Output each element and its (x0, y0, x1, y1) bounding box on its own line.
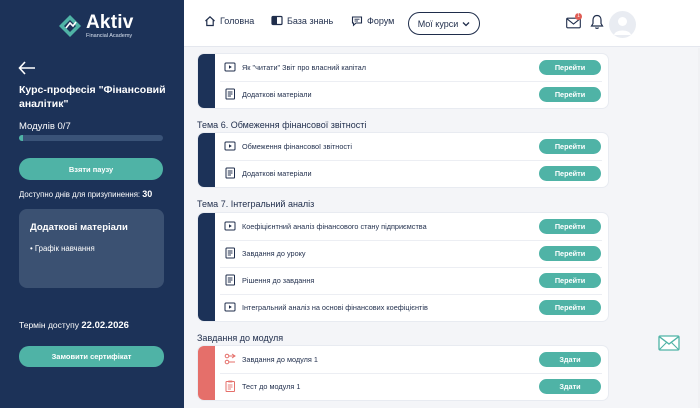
envelope-icon (658, 335, 680, 351)
document-icon (225, 274, 235, 286)
section-title-topic-7: Тема 7. Інтегральний аналіз (197, 199, 315, 209)
go-button[interactable]: Перейти (539, 166, 601, 181)
chevron-down-icon (462, 21, 470, 26)
go-button[interactable]: Перейти (539, 87, 601, 102)
book-icon (271, 15, 283, 26)
sidebar: Aktiv Financial Academy Курс-професія "Ф… (0, 0, 184, 408)
lesson-row: Коефіцієнтний аналіз фінансового стану п… (215, 213, 608, 240)
lesson-row: Додаткові матеріали Перейти (215, 160, 608, 187)
freeze-days-label: Доступно днів для призупинення: (19, 190, 141, 199)
lesson-row: Завдання до уроку Перейти (215, 240, 608, 267)
section-title-topic-6: Тема 6. Обмеження фінансової звітності (197, 120, 367, 130)
task-row: Тест до модуля 1 Здати (215, 373, 608, 400)
nav-knowledge-base-label: База знань (287, 15, 334, 26)
floating-message-button[interactable] (658, 335, 680, 356)
lesson-title: Коефіцієнтний аналіз фінансового стану п… (242, 222, 427, 231)
go-button[interactable]: Перейти (539, 300, 601, 315)
chat-icon (351, 16, 363, 27)
brand-name: Aktiv (86, 12, 134, 33)
task-title: Завдання до модуля 1 (242, 355, 318, 364)
my-courses-label: Мої курси (417, 18, 459, 29)
user-icon (614, 17, 631, 35)
go-button[interactable]: Перейти (539, 60, 601, 75)
document-icon (225, 167, 235, 179)
module-card-strip (198, 346, 215, 400)
module-tasks-card: Завдання до модуля 1 Здати Тест до модул… (198, 346, 608, 400)
home-icon (205, 15, 215, 27)
user-avatar[interactable] (609, 11, 636, 38)
bell-icon[interactable] (590, 14, 604, 30)
access-term-label: Термін доступу (19, 320, 79, 330)
my-courses-dropdown[interactable]: Мої курси (408, 12, 480, 35)
lesson-title: Додаткові матеріали (242, 90, 312, 99)
lesson-title: Додаткові матеріали (242, 169, 312, 178)
document-icon (225, 247, 235, 259)
task-icon (224, 353, 236, 365)
extra-materials-card: Додаткові матеріали • Графік навчання (19, 209, 164, 288)
nav-home-label: Головна (220, 16, 255, 26)
lesson-card-top: Як "читати" Звіт про власний капітал Пер… (198, 54, 608, 108)
order-certificate-button[interactable]: Замовити сертифікат (19, 346, 164, 367)
nav-forum-label: Форум (367, 16, 395, 26)
lesson-title: Інтегральний аналіз на основі фінансових… (242, 303, 428, 312)
modules-progress-bar (19, 135, 163, 141)
messages-badge: 1 (575, 13, 582, 20)
lesson-title: Завдання до уроку (242, 249, 306, 258)
go-button[interactable]: Перейти (539, 246, 601, 261)
back-arrow-icon[interactable] (18, 60, 36, 76)
take-pause-button[interactable]: Взяти паузу (19, 158, 163, 180)
task-title: Тест до модуля 1 (242, 382, 301, 391)
course-title: Курс-професія "Фінансовий аналітик" (19, 84, 166, 110)
submit-button[interactable]: Здати (539, 352, 601, 367)
access-term-date: 22.02.2026 (81, 320, 129, 331)
submit-button[interactable]: Здати (539, 379, 601, 394)
freeze-days-info: Доступно днів для призупинення: 30 (19, 189, 152, 199)
task-row: Завдання до модуля 1 Здати (215, 346, 608, 373)
lesson-row: Як "читати" Звіт про власний капітал Пер… (215, 54, 608, 81)
lesson-card-strip (198, 213, 215, 321)
video-icon (224, 302, 236, 312)
freeze-days-value: 30 (142, 189, 153, 199)
lesson-row: Додаткові матеріали Перейти (215, 81, 608, 108)
lesson-title: Обмеження фінансової звітності (242, 142, 352, 151)
lesson-title: Рішення до завдання (242, 276, 315, 285)
nav-knowledge-base[interactable]: База знань (271, 15, 333, 26)
messages-button[interactable]: 1 (566, 13, 582, 34)
extra-materials-item-schedule[interactable]: • Графік навчання (30, 244, 95, 253)
video-icon (224, 221, 236, 231)
modules-counter: Модулів 0/7 (19, 121, 71, 132)
video-icon (224, 62, 236, 72)
extra-materials-title: Додаткові матеріали (30, 222, 128, 233)
lesson-title: Як "читати" Звіт про власний капітал (242, 63, 366, 72)
lesson-card-strip (198, 54, 215, 108)
brand-tagline: Financial Academy (86, 33, 133, 39)
lesson-row: Рішення до завдання Перейти (215, 267, 608, 294)
lesson-card-topic-6: Обмеження фінансової звітності Перейти Д… (198, 133, 608, 187)
nav-home[interactable]: Головна (204, 15, 254, 27)
go-button[interactable]: Перейти (539, 219, 601, 234)
go-button[interactable]: Перейти (539, 273, 601, 288)
brand-logo[interactable]: Aktiv Financial Academy (58, 13, 133, 40)
nav-forum[interactable]: Форум (351, 15, 394, 27)
modules-progress-fill (19, 135, 24, 141)
logo-icon (59, 15, 81, 38)
top-navigation: Головна База знань Форум Мої курси 1 (184, 0, 700, 47)
lesson-row: Інтегральний аналіз на основі фінансових… (215, 294, 608, 321)
lesson-row: Обмеження фінансової звітності Перейти (215, 133, 608, 160)
document-icon (225, 88, 235, 100)
test-icon (225, 380, 235, 392)
section-title-module-tasks: Завдання до модуля (197, 333, 284, 343)
course-content: Як "читати" Звіт про власний капітал Пер… (184, 48, 700, 408)
lesson-card-strip (198, 133, 215, 187)
lesson-card-topic-7: Коефіцієнтний аналіз фінансового стану п… (198, 213, 608, 321)
access-term: Термін доступу 22.02.2026 (19, 320, 129, 331)
go-button[interactable]: Перейти (539, 139, 601, 154)
video-icon (224, 141, 236, 151)
